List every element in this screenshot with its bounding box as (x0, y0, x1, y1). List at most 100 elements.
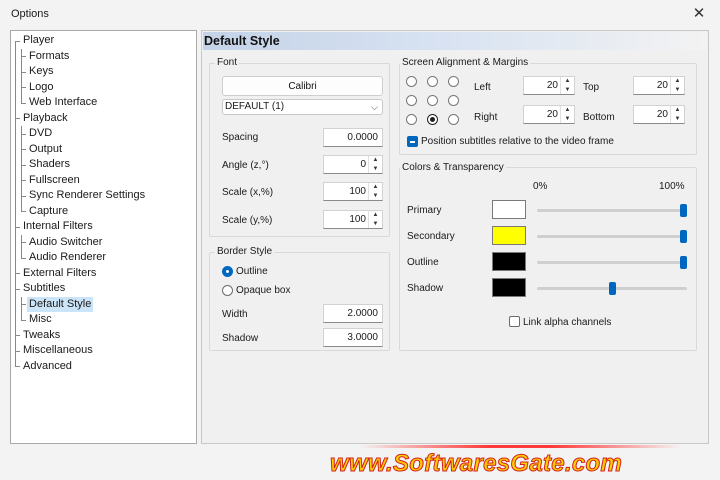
color-swatch-outline[interactable] (492, 252, 526, 271)
color-swatch-shadow[interactable] (492, 278, 526, 297)
margin-left-arrows[interactable]: ▲ ▼ (560, 77, 574, 94)
link-alpha-checkbox[interactable] (509, 316, 520, 327)
tree-root-tick (15, 288, 20, 290)
align-radio-middle-right[interactable] (448, 95, 459, 106)
tree-item-subtitles[interactable]: Subtitles (11, 281, 196, 297)
scale-x-stepper[interactable]: 100 ▲ ▼ (323, 182, 383, 201)
spin-up-icon[interactable]: ▲ (671, 106, 684, 114)
charset-select[interactable]: DEFAULT (1) ⌵ (222, 99, 383, 115)
spin-up-icon[interactable]: ▲ (671, 77, 684, 85)
alpha-slider-track-primary[interactable] (537, 209, 687, 212)
tree-item-output[interactable]: Output (11, 142, 196, 158)
alpha-slider-thumb-outline[interactable] (680, 256, 687, 269)
alpha-slider-track-secondary[interactable] (537, 235, 687, 238)
tree-item-audio-switcher[interactable]: Audio Switcher (11, 235, 196, 251)
align-radio-middle-center[interactable] (427, 95, 438, 106)
tree-item-label: Capture (29, 204, 69, 217)
margin-right-stepper[interactable]: 20 ▲ ▼ (523, 105, 575, 124)
relative-to-video-label[interactable]: Position subtitles relative to the video… (421, 136, 614, 147)
scale-y-label: Scale (y,%) (222, 215, 273, 226)
relative-to-video-checkbox[interactable] (407, 136, 418, 147)
align-radio-bottom-center[interactable] (427, 114, 438, 125)
spin-up-icon[interactable]: ▲ (561, 106, 574, 114)
tree-item-sync-renderer-settings[interactable]: Sync Renderer Settings (11, 188, 196, 204)
spin-up-icon[interactable]: ▲ (369, 183, 382, 191)
scale-y-stepper[interactable]: 100 ▲ ▼ (323, 210, 383, 229)
alpha-slider-thumb-secondary[interactable] (680, 230, 687, 243)
tree-item-dvd[interactable]: DVD (11, 126, 196, 142)
alpha-min-label: 0% (533, 181, 548, 192)
outline-radio[interactable] (222, 266, 233, 277)
tree-item-label: Audio Renderer (29, 251, 107, 263)
tree-item-formats[interactable]: Formats (11, 49, 196, 65)
align-radio-top-center[interactable] (427, 76, 438, 87)
tree-item-internal-filters[interactable]: Internal Filters (11, 219, 196, 235)
align-radio-middle-left[interactable] (406, 95, 417, 106)
tree-item-audio-renderer[interactable]: Audio Renderer (11, 250, 196, 266)
scale-y-stepper-arrows[interactable]: ▲ ▼ (368, 211, 382, 228)
spin-down-icon[interactable]: ▼ (561, 115, 574, 123)
tree-branch-line (21, 126, 22, 212)
border-width-field[interactable]: 2.0000 (323, 304, 383, 323)
tree-branch-line (21, 234, 22, 258)
margin-top-arrows[interactable]: ▲ ▼ (670, 77, 684, 94)
tree-item-advanced[interactable]: Advanced (11, 359, 196, 375)
tree-item-player[interactable]: Player (11, 33, 196, 49)
margin-bottom-arrows[interactable]: ▲ ▼ (670, 106, 684, 123)
tree-item-playback[interactable]: Playback (11, 111, 196, 127)
margin-left-stepper[interactable]: 20 ▲ ▼ (523, 76, 575, 95)
tree-branch-line (21, 48, 22, 103)
tree-item-shaders[interactable]: Shaders (11, 157, 196, 173)
watermark-bar (360, 445, 680, 448)
align-radio-bottom-right[interactable] (448, 114, 459, 125)
color-swatch-primary[interactable] (492, 200, 526, 219)
spin-up-icon[interactable]: ▲ (561, 77, 574, 85)
outline-radio-label[interactable]: Outline (236, 266, 268, 277)
margin-top-stepper[interactable]: 20 ▲ ▼ (633, 76, 685, 95)
spin-up-icon[interactable]: ▲ (369, 156, 382, 164)
margin-bottom-stepper[interactable]: 20 ▲ ▼ (633, 105, 685, 124)
alpha-slider-thumb-shadow[interactable] (608, 282, 616, 295)
margin-right-arrows[interactable]: ▲ ▼ (560, 106, 574, 123)
scale-x-stepper-arrows[interactable]: ▲ ▼ (368, 183, 382, 200)
tree-item-default-style[interactable]: Default Style (11, 296, 196, 313)
spin-down-icon[interactable]: ▼ (369, 192, 382, 200)
align-radio-bottom-left[interactable] (406, 114, 417, 125)
spin-up-icon[interactable]: ▲ (369, 211, 382, 219)
tree-item-logo[interactable]: Logo (11, 80, 196, 96)
spin-down-icon[interactable]: ▼ (671, 115, 684, 123)
tree-item-fullscreen[interactable]: Fullscreen (11, 173, 196, 189)
spin-down-icon[interactable]: ▼ (671, 86, 684, 94)
tree-item-tweaks[interactable]: Tweaks (11, 328, 196, 344)
tree-item-capture[interactable]: Capture (11, 204, 196, 220)
alpha-slider-track-outline[interactable] (537, 261, 687, 264)
tree-item-external-filters[interactable]: External Filters (11, 266, 196, 282)
tree-item-misc[interactable]: Misc (11, 312, 196, 328)
spin-down-icon[interactable]: ▼ (369, 165, 382, 173)
tree-item-label: Default Style (27, 296, 94, 312)
close-icon[interactable]: ✕ (690, 5, 708, 23)
font-button[interactable]: Calibri (222, 76, 383, 96)
options-tree[interactable]: Player Formats Keys Logo Web Interface Playba… (10, 30, 197, 444)
tree-root-tick (15, 366, 20, 368)
tree-item-keys[interactable]: Keys (11, 64, 196, 80)
spacing-field[interactable]: 0.0000 (323, 128, 383, 147)
align-radio-top-left[interactable] (406, 76, 417, 87)
opaque-box-radio[interactable] (222, 285, 233, 296)
spin-down-icon[interactable]: ▼ (561, 86, 574, 94)
tree-item-label: Misc (29, 313, 52, 325)
link-alpha-label[interactable]: Link alpha channels (523, 317, 611, 328)
tree-child-tick (21, 211, 26, 213)
watermark: www.SoftwaresGate.com (329, 445, 720, 480)
angle-stepper[interactable]: 0 ▲ ▼ (323, 155, 383, 174)
tree-item-web-interface[interactable]: Web Interface (11, 95, 196, 111)
spin-down-icon[interactable]: ▼ (369, 220, 382, 228)
angle-stepper-arrows[interactable]: ▲ ▼ (368, 156, 382, 173)
color-swatch-secondary[interactable] (492, 226, 526, 245)
border-shadow-field[interactable]: 3.0000 (323, 328, 383, 347)
opaque-box-radio-label[interactable]: Opaque box (236, 285, 291, 296)
alpha-slider-thumb-primary[interactable] (680, 204, 687, 217)
tree-item-miscellaneous[interactable]: Miscellaneous (11, 343, 196, 359)
margin-right-label: Right (474, 112, 498, 123)
align-radio-top-right[interactable] (448, 76, 459, 87)
